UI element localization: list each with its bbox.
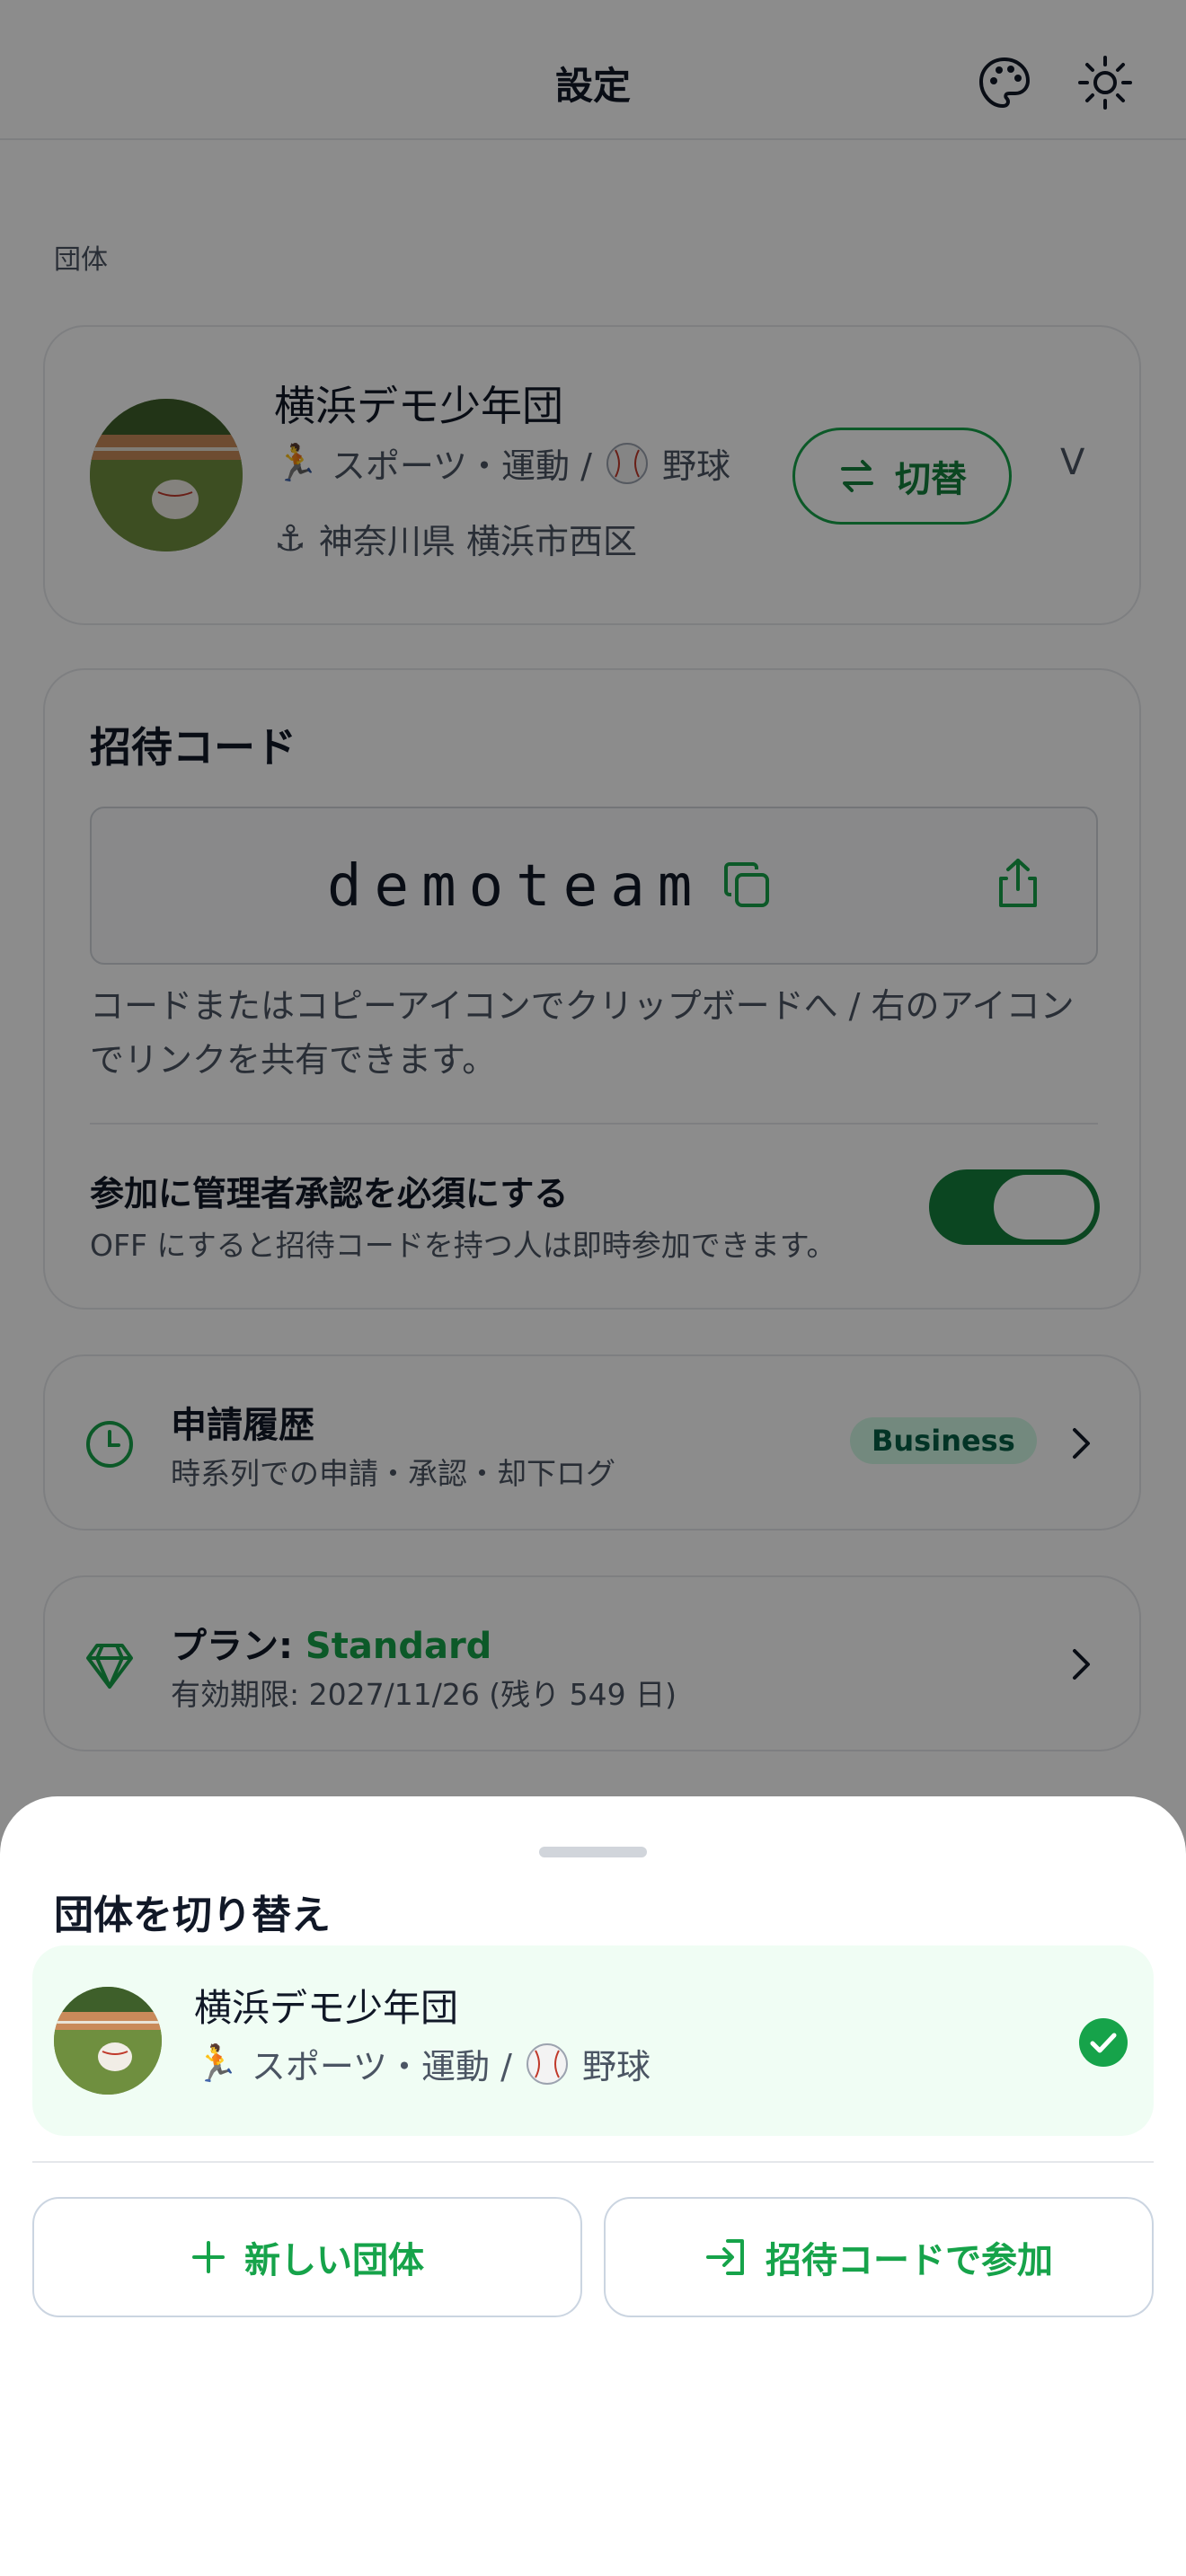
team-option-name: 横浜デモ少年団	[194, 1986, 459, 2030]
new-team-label: 新しい団体	[244, 2240, 424, 2281]
join-by-code-button[interactable]: 招待コードで参加	[604, 2197, 1154, 2317]
login-icon	[706, 2239, 744, 2275]
plus-icon	[192, 2241, 225, 2273]
team-option-selected[interactable]: 横浜デモ少年団 🏃 スポーツ・運動 / 野球	[32, 1945, 1154, 2136]
check-circle-icon	[1079, 2018, 1128, 2067]
team-avatar	[54, 1987, 162, 2095]
sheet-drag-handle[interactable]	[539, 1847, 647, 1857]
team-option-sport: スポーツ・運動 /	[251, 2047, 512, 2086]
team-option-category: 🏃 スポーツ・運動 / 野球	[194, 2039, 651, 2088]
divider	[32, 2161, 1154, 2163]
baseball-icon	[526, 2042, 568, 2085]
new-team-button[interactable]: 新しい団体	[32, 2197, 582, 2317]
join-by-code-label: 招待コードで参加	[766, 2240, 1053, 2281]
runner-icon: 🏃	[194, 2042, 239, 2085]
team-option-subsport: 野球	[581, 2047, 651, 2086]
sheet-title: 団体を切り替え	[54, 1892, 331, 1938]
switch-team-sheet: 団体を切り替え 横浜デモ少年団 🏃 スポーツ・運動 / 野球 新しい団体 招待コ…	[0, 1796, 1186, 2576]
